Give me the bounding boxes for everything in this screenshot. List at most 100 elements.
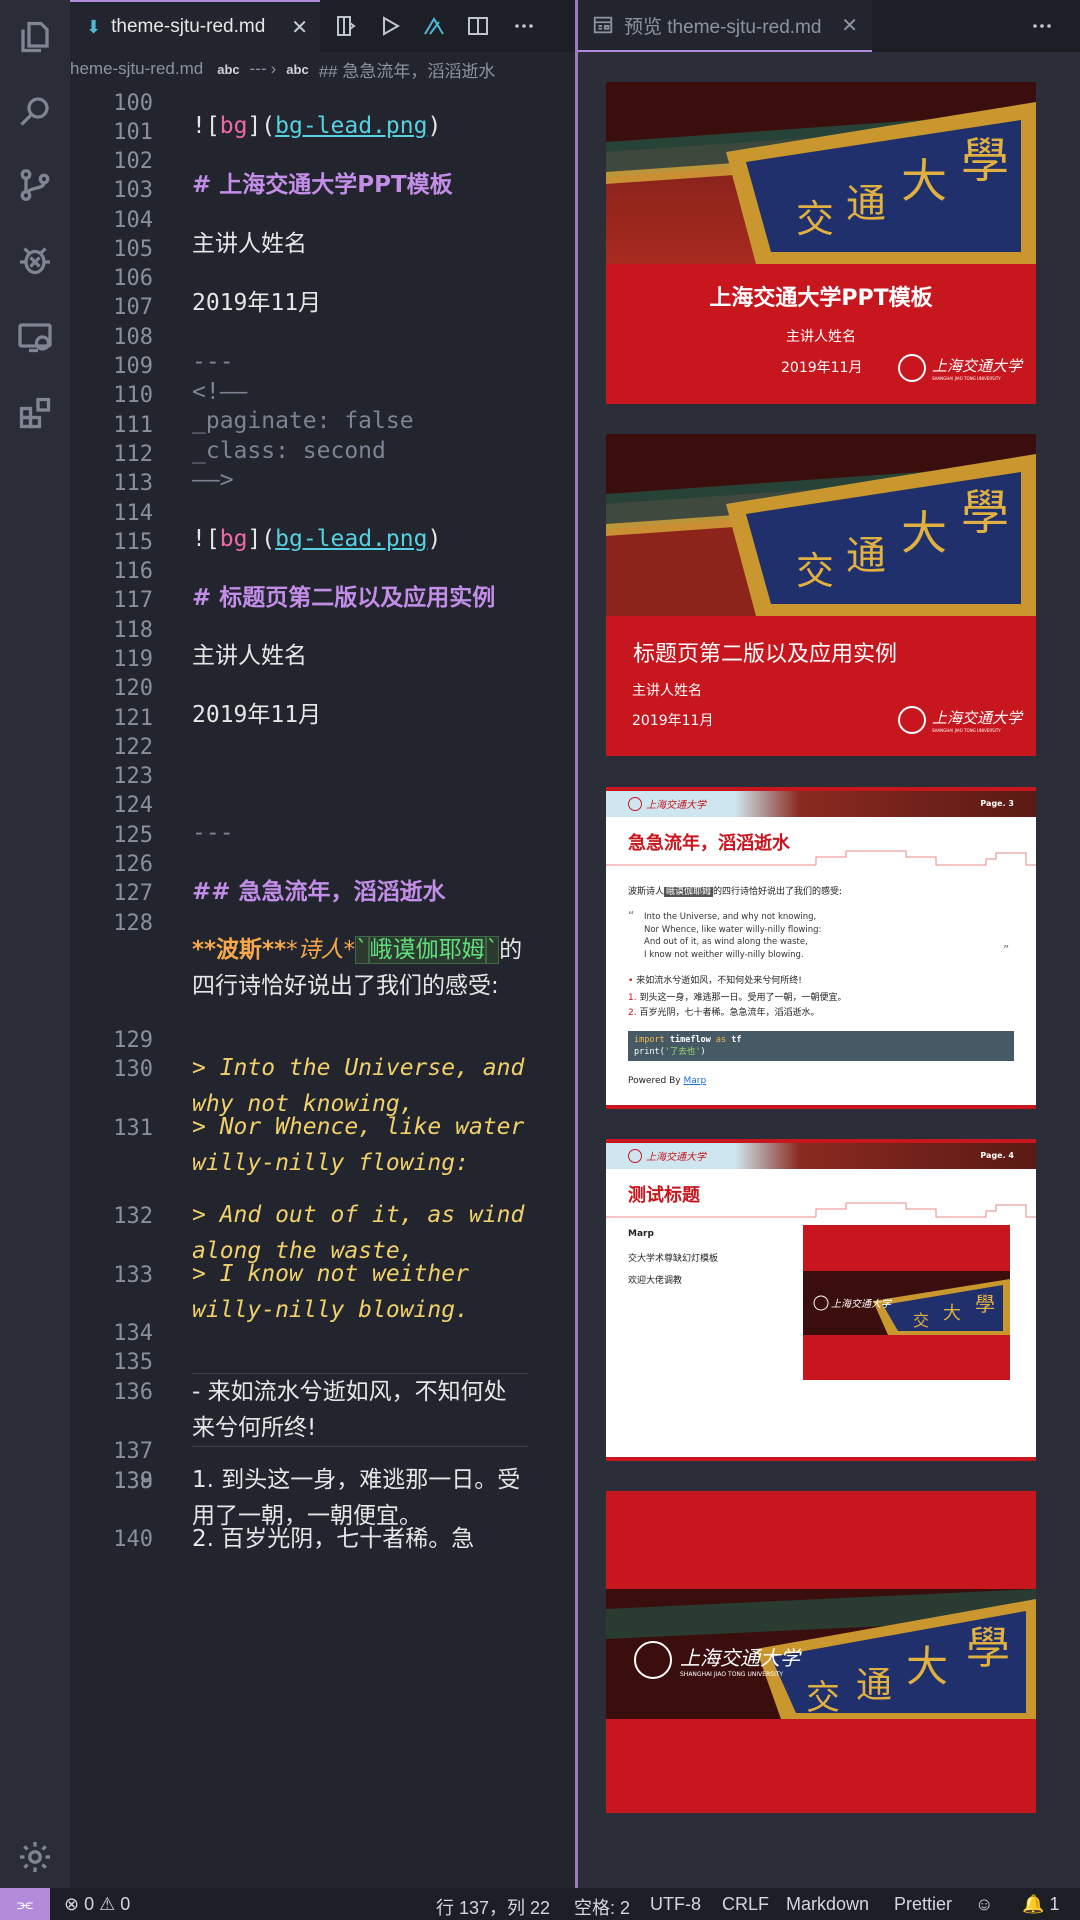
tab-title: theme-sjtu-red.md	[111, 16, 266, 37]
breadcrumb-symbol-icon: abc	[217, 61, 240, 77]
marp-link[interactable]: Marp	[684, 1076, 707, 1086]
line-number: 140	[113, 1527, 153, 1552]
settings-gear-icon[interactable]	[14, 1836, 56, 1878]
line-number: 126	[113, 852, 153, 877]
line-number: 130	[113, 1057, 153, 1082]
line-number: 111	[113, 413, 153, 438]
sjtu-emblem-icon	[898, 354, 926, 382]
line-number: 121	[113, 706, 153, 731]
run-icon[interactable]	[376, 12, 404, 40]
slide-5[interactable]: 交 通 大 學 上海交通大学 SHANGHAI JIAO TONG UNIVER…	[606, 1491, 1036, 1813]
slide-speaker: 主讲人姓名	[632, 683, 702, 699]
slide-3[interactable]: 上海交通大学 Page. 3 急急流年，滔滔逝水 波斯诗人 峨谟伽耶姆 的四行诗恰好…	[606, 787, 1036, 1109]
activity-bar	[0, 0, 70, 1888]
cursor-position[interactable]: 行 137，列 22	[436, 1894, 550, 1920]
slide-1[interactable]: 交 通 大 學 上海交通大学PPT模板 主讲人姓名 2019年11月 上海交通大…	[606, 82, 1036, 404]
indentation[interactable]: 空格: 2	[574, 1894, 630, 1920]
svg-text:通: 通	[846, 181, 886, 227]
sjtu-emblem-icon	[898, 706, 926, 734]
sjtu-emblem-icon	[628, 1148, 642, 1163]
svg-text:交: 交	[913, 1311, 929, 1330]
notifications[interactable]: 🔔 1	[1022, 1894, 1059, 1915]
line-number: 127	[113, 881, 153, 906]
slide-text-1: Marp	[628, 1229, 654, 1239]
line-number: 124	[113, 793, 153, 818]
sjtu-emblem-icon	[628, 796, 642, 811]
open-preview-icon[interactable]	[332, 12, 360, 40]
status-bar: ⫘ ⊗ 0 ⚠ 0 行 137，列 22 空格: 2 UTF-8 CRLF Ma…	[0, 1888, 1080, 1920]
line-number: 106	[113, 266, 153, 291]
svg-text:大: 大	[901, 506, 947, 560]
feedback-icon[interactable]: ☺	[975, 1894, 993, 1915]
slide-ordered-list: 1. 到头这一身，难逃那一日。受用了一朝，一朝便宜。 2. 百岁光阴，七十者稀。…	[628, 993, 847, 1018]
line-ending[interactable]: CRLF	[722, 1894, 769, 1915]
svg-text:大: 大	[906, 1642, 948, 1691]
quote-close-icon: ”	[1003, 943, 1010, 957]
close-tab-icon[interactable]: ✕	[841, 13, 858, 37]
breadcrumb-symbol-icon: abc	[286, 61, 309, 77]
extensions-icon[interactable]	[14, 392, 56, 434]
slide-2[interactable]: 交 通 大 學 标题页第二版以及应用实例 主讲人姓名 2019年11月 上海交通…	[606, 434, 1036, 756]
gate-line-art	[606, 1202, 1036, 1218]
tab-theme-file[interactable]: ⬇ theme-sjtu-red.md ✕	[70, 0, 320, 52]
sjtu-emblem-icon	[634, 1641, 672, 1679]
breadcrumb-separator-item[interactable]: ---	[250, 59, 267, 79]
debug-icon[interactable]	[14, 238, 56, 280]
breadcrumb-file[interactable]: heme-sjtu-red.md	[70, 59, 203, 79]
line-number: 107	[113, 295, 153, 320]
slide-quote: Into the Universe, and why not knowing, …	[644, 912, 822, 960]
remote-indicator[interactable]: ⫘	[0, 1888, 50, 1920]
sjtu-logo: 上海交通大学 SHANGHAI JIAO TONG UNIVERSITY	[898, 354, 1022, 382]
chevron-right-icon: ›	[270, 59, 277, 78]
line-number: 114	[113, 501, 153, 526]
line-number: 116	[113, 559, 153, 584]
svg-text:學: 學	[961, 133, 1009, 189]
bell-icon: 🔔	[1022, 1894, 1045, 1914]
editor-pane: ⬇ theme-sjtu-red.md ✕ heme-sjtu-red.md a…	[70, 0, 575, 1888]
page-number: Page. 4	[980, 1151, 1014, 1160]
more-actions-icon[interactable]	[510, 12, 538, 40]
preview-icon	[593, 16, 613, 34]
warning-icon: ⚠	[99, 1894, 116, 1914]
slide-title: 上海交通大学PPT模板	[709, 286, 933, 311]
line-number: 113	[113, 471, 153, 496]
formatter[interactable]: Prettier	[894, 1894, 952, 1915]
svg-text:大: 大	[943, 1303, 961, 1324]
line-number: 100	[113, 91, 153, 116]
line-number: 119	[113, 647, 153, 672]
language-mode[interactable]: Markdown	[786, 1894, 869, 1915]
powered-by: Powered By Marp	[628, 1076, 707, 1086]
close-tab-icon[interactable]: ✕	[291, 15, 308, 39]
preview-pane: 预览 theme-sjtu-red.md ✕ 交 通 大 學 上海交通大学PPT…	[578, 0, 1080, 1888]
svg-text:通: 通	[846, 533, 886, 579]
slide-code-block: import timeflow as tf print('了去也')	[628, 1031, 1014, 1061]
line-number: 132	[113, 1204, 153, 1229]
breadcrumb-heading[interactable]: ## 急急流年，滔滔逝水	[319, 57, 496, 82]
line-number: 112	[113, 442, 153, 467]
preview-tab-bar: 预览 theme-sjtu-red.md ✕	[578, 0, 1080, 52]
encoding[interactable]: UTF-8	[650, 1894, 701, 1915]
sjtu-logo: 上海交通大学	[628, 1148, 706, 1163]
split-editor-icon[interactable]	[464, 12, 492, 40]
svg-text:學: 學	[966, 1623, 1010, 1674]
sjtu-logo: 上海交通大学 SHANGHAI JIAO TONG UNIVERSITY	[898, 706, 1022, 734]
svg-text:學: 學	[975, 1292, 995, 1316]
problems-indicator[interactable]: ⊗ 0 ⚠ 0	[64, 1894, 130, 1915]
line-number: 118	[113, 618, 153, 643]
source-control-icon[interactable]	[14, 164, 56, 206]
slide-text-2: 交大学术尊缺幻灯模板	[628, 1254, 719, 1264]
tab-preview[interactable]: 预览 theme-sjtu-red.md ✕	[578, 0, 872, 52]
explorer-icon[interactable]	[14, 16, 56, 58]
markdown-file-icon: ⬇	[86, 16, 102, 38]
line-number: 137	[113, 1439, 153, 1464]
breadcrumb: heme-sjtu-red.md abc --- › abc ## 急急流年，滔…	[70, 52, 575, 86]
search-icon[interactable]	[14, 90, 56, 132]
line-number: 122	[113, 735, 153, 760]
marp-icon[interactable]	[420, 12, 448, 40]
line-number: 131	[113, 1116, 153, 1141]
line-number: 129	[113, 1028, 153, 1053]
slide-4[interactable]: 上海交通大学 Page. 4 测试标题 Marp 交大学术尊缺幻灯模板 欢迎大佬…	[606, 1139, 1036, 1461]
remote-explorer-icon[interactable]	[14, 316, 56, 358]
more-actions-icon[interactable]	[1028, 12, 1056, 40]
line-number: 102	[113, 149, 153, 174]
